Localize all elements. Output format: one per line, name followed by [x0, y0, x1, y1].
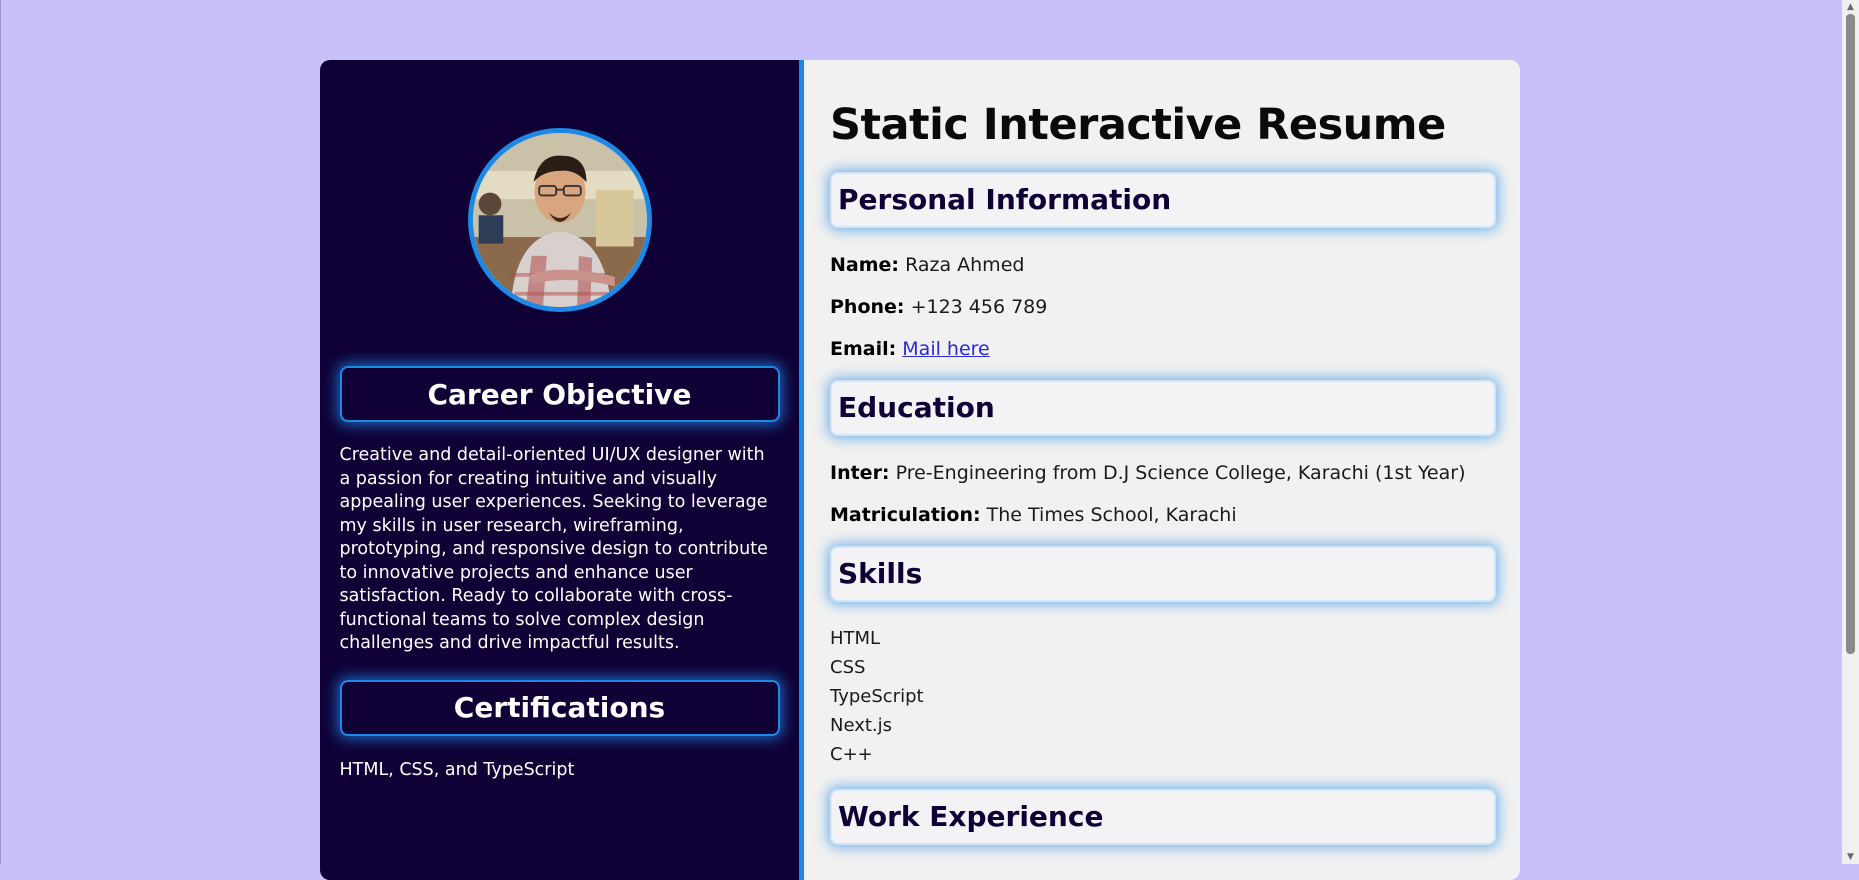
name-value: Raza Ahmed [905, 253, 1025, 276]
scroll-down-arrow-icon[interactable]: ▼ [1845, 852, 1856, 862]
education-heading: Education [830, 379, 1496, 436]
name-label: Name: [830, 253, 900, 276]
personal-information-heading: Personal Information [830, 171, 1496, 228]
skills-list: HTML CSS TypeScript Next.js C++ [830, 624, 1496, 769]
phone-label: Phone: [830, 295, 905, 318]
matriculation-value: The Times School, Karachi [986, 503, 1237, 526]
certifications-heading: Certifications [339, 679, 780, 736]
profile-photo-illustration [472, 133, 647, 307]
main-content: Static Interactive Resume Personal Infor… [804, 60, 1520, 880]
matriculation-label: Matriculation: [830, 503, 981, 526]
certifications-text: HTML, CSS, and TypeScript [339, 759, 575, 780]
email-label: Email: [830, 337, 897, 360]
skills-heading: Skills [830, 545, 1496, 602]
sidebar: Career Objective Creative and detail-ori… [320, 60, 804, 880]
skill-item: TypeScript [830, 685, 924, 707]
skill-item: HTML [830, 627, 881, 649]
page-scrollbar[interactable]: ▲ ▼ [1842, 0, 1859, 864]
career-objective-text: Creative and detail-oriented UI/UX desig… [339, 445, 768, 653]
phone-row: Phone: +123 456 789 [830, 296, 1496, 318]
matriculation-row: Matriculation: The Times School, Karachi [830, 504, 1496, 526]
window-edge [0, 0, 1, 864]
inter-value: Pre-Engineering from D.J Science College… [895, 461, 1466, 484]
email-link[interactable]: Mail here [902, 338, 989, 360]
career-objective-heading: Career Objective [339, 366, 780, 422]
skill-item: CSS [830, 656, 866, 678]
work-experience-heading: Work Experience [830, 788, 1496, 845]
inter-row: Inter: Pre-Engineering from D.J Science … [830, 462, 1496, 484]
email-row: Email: Mail here [830, 338, 1496, 360]
page-title: Static Interactive Resume [830, 100, 1446, 150]
profile-photo [467, 128, 652, 312]
scrollbar-thumb[interactable] [1846, 14, 1855, 654]
skill-item: C++ [830, 743, 873, 765]
name-row: Name: Raza Ahmed [830, 254, 1496, 276]
inter-label: Inter: [830, 461, 890, 484]
scroll-up-arrow-icon[interactable]: ▲ [1845, 2, 1856, 12]
phone-value: +123 456 789 [910, 295, 1048, 318]
resume-card: Career Objective Creative and detail-ori… [320, 60, 1520, 880]
skill-item: Next.js [830, 714, 893, 736]
